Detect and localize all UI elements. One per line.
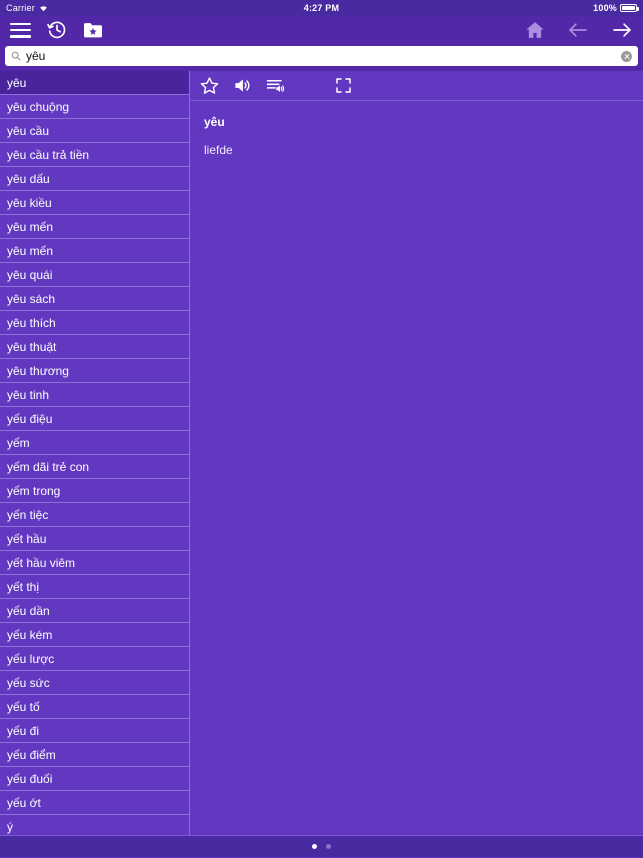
search-bar-container [0, 44, 643, 71]
list-item[interactable]: yêu cầu [0, 119, 189, 143]
list-item[interactable]: yếu ớt [0, 791, 189, 815]
wifi-icon [39, 5, 48, 12]
list-item[interactable]: yếu đi [0, 719, 189, 743]
search-bar[interactable] [5, 46, 638, 66]
list-item[interactable]: yếu lược [0, 647, 189, 671]
home-icon[interactable] [525, 20, 545, 40]
nav-bar [0, 16, 643, 44]
detail-translation: liefde [204, 143, 233, 157]
list-item[interactable]: ý [0, 815, 189, 835]
list-item[interactable]: yết hầu [0, 527, 189, 551]
detail-pane: yêu liefde [190, 71, 643, 835]
battery-full-icon [620, 4, 639, 12]
list-item[interactable]: yếu kém [0, 623, 189, 647]
page-indicator-bar [0, 835, 643, 857]
status-bar-time: 4:27 PM [303, 3, 340, 13]
word-list-pane[interactable]: yêu yêu chuộng yêu cầu yêu cầu trả tiền yêu … [0, 71, 190, 835]
list-item[interactable]: yết thị [0, 575, 189, 599]
star-outline-icon[interactable] [200, 76, 219, 95]
list-item[interactable]: yếu đuối [0, 767, 189, 791]
carrier-label: Carrier [6, 3, 35, 13]
list-item[interactable]: yêu kiều [0, 191, 189, 215]
list-item[interactable]: yếm [0, 431, 189, 455]
list-item[interactable]: yêu dấu [0, 167, 189, 191]
arrow-right-icon[interactable] [611, 20, 633, 40]
list-item[interactable]: yêu mến [0, 239, 189, 263]
battery-percent-label: 100% [593, 3, 617, 13]
status-bar-left: Carrier [6, 3, 48, 13]
list-item[interactable]: yếu sức [0, 671, 189, 695]
history-clock-icon[interactable] [47, 20, 67, 40]
main-content: yêu yêu chuộng yêu cầu yêu cầu trả tiền yêu … [0, 71, 643, 835]
detail-headword: yêu [204, 115, 225, 129]
list-item[interactable]: yêu tinh [0, 383, 189, 407]
list-item[interactable]: yết hầu viêm [0, 551, 189, 575]
page-dot[interactable] [326, 844, 331, 849]
list-item[interactable]: yếu dần [0, 599, 189, 623]
search-magnifier-icon [11, 51, 21, 61]
list-item[interactable]: yêu mến [0, 215, 189, 239]
folder-star-icon[interactable] [83, 21, 103, 39]
nav-bar-right [525, 20, 633, 40]
page-dot[interactable] [312, 844, 317, 849]
list-item[interactable]: yêu thích [0, 311, 189, 335]
list-item[interactable]: yêu cầu trả tiền [0, 143, 189, 167]
list-item[interactable]: yêu thương [0, 359, 189, 383]
list-item[interactable]: yếu điểm [0, 743, 189, 767]
clear-circle-icon[interactable] [621, 50, 632, 62]
list-item[interactable]: yếu tố [0, 695, 189, 719]
list-item[interactable]: yêu [0, 71, 189, 95]
list-item[interactable]: yếm trong [0, 479, 189, 503]
fullscreen-expand-icon[interactable] [335, 77, 352, 94]
list-item[interactable]: yếm dãi trẻ con [0, 455, 189, 479]
status-bar: Carrier 4:27 PM 100% [0, 0, 643, 16]
list-item[interactable]: yêu quái [0, 263, 189, 287]
search-input[interactable] [26, 46, 616, 66]
hamburger-menu-icon[interactable] [10, 22, 31, 38]
speaker-icon[interactable] [233, 76, 252, 95]
list-speaker-icon[interactable] [266, 76, 285, 95]
list-item[interactable]: yến tiệc [0, 503, 189, 527]
status-bar-right: 100% [593, 3, 639, 13]
list-item[interactable]: yếu điệu [0, 407, 189, 431]
list-item[interactable]: yêu chuộng [0, 95, 189, 119]
list-item[interactable]: yêu thuật [0, 335, 189, 359]
app-root: Carrier 4:27 PM 100% yêu yêu yêu chuộng … [0, 0, 643, 858]
arrow-left-icon[interactable] [567, 20, 589, 40]
detail-body: yêu liefde [190, 101, 643, 835]
detail-toolbar [190, 71, 643, 101]
list-item[interactable]: yêu sách [0, 287, 189, 311]
